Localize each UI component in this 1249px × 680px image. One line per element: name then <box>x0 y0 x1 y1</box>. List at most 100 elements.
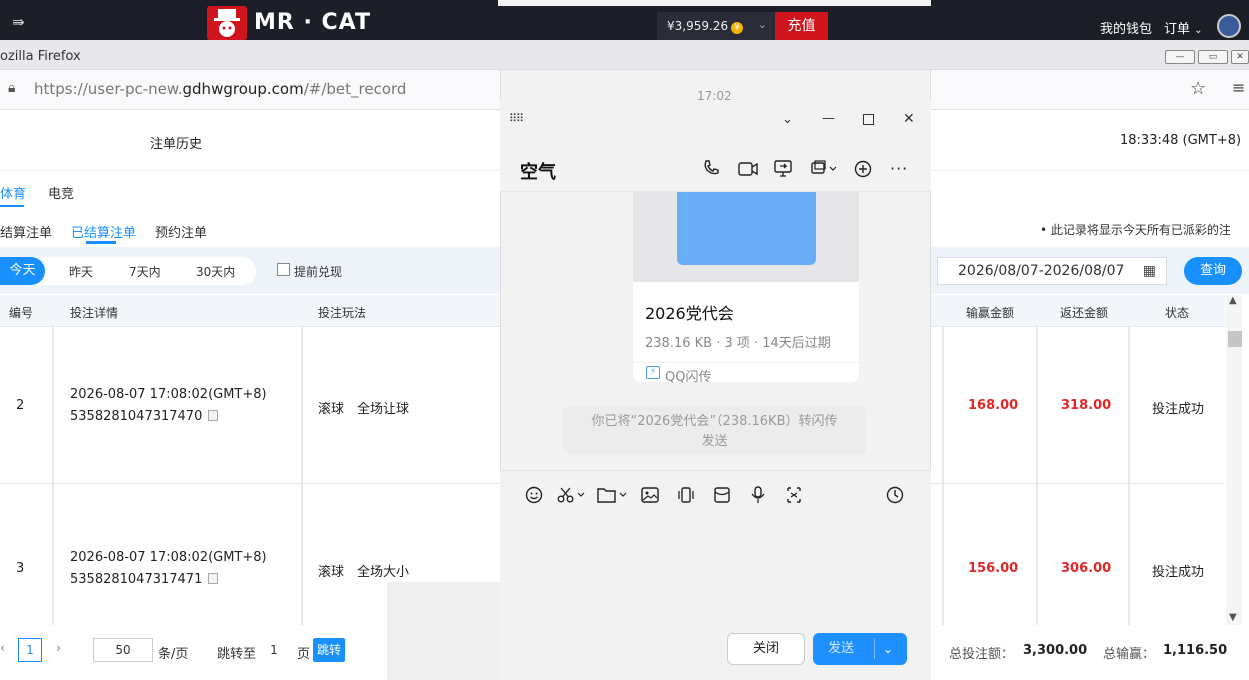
wallet-link[interactable]: 我的钱包 <box>1100 18 1152 37</box>
query-button[interactable]: 查询 <box>1184 257 1242 285</box>
maximize-icon[interactable] <box>863 114 874 125</box>
microphone-icon[interactable] <box>750 486 766 508</box>
red-packet-icon[interactable] <box>713 486 731 508</box>
page-unit-label: 页 <box>297 647 311 662</box>
col-return: 返还金额 <box>1060 306 1109 320</box>
collapse-menu-icon[interactable]: ⇛ <box>12 13 25 31</box>
video-icon[interactable] <box>738 162 758 180</box>
row-win: 168.00 <box>968 398 1019 413</box>
close-button[interactable]: 关闭 <box>727 633 805 665</box>
chevron-down-icon: ⌄ <box>757 18 767 31</box>
divider <box>633 362 859 363</box>
row-no: 3 <box>16 561 25 576</box>
early-cashout-label: 提前兑现 <box>294 265 343 279</box>
close-icon[interactable]: ✕ <box>903 111 915 127</box>
col-status: 状态 <box>1165 306 1190 320</box>
emoji-icon[interactable] <box>525 486 543 508</box>
browser-title: ozilla Firefox <box>0 49 81 64</box>
col-play: 投注玩法 <box>318 306 367 320</box>
tab-indicator <box>0 205 24 207</box>
subtab-settled[interactable]: 已结算注单 <box>71 222 136 241</box>
phone-icon[interactable] <box>702 159 720 181</box>
overlay-strip <box>498 0 931 6</box>
tab-sports[interactable]: 体育 <box>0 183 26 202</box>
early-cashout-checkbox[interactable] <box>277 263 290 276</box>
row-id-text: 5358281047317471 <box>70 572 203 587</box>
folder-open-icon[interactable] <box>597 487 629 507</box>
scrollbar-thumb[interactable] <box>1228 331 1242 347</box>
total-win-value: 1,116.50 <box>1163 643 1228 658</box>
page-number-current[interactable]: 1 <box>18 638 42 662</box>
more-icon[interactable]: ··· <box>890 159 908 178</box>
restore-icon[interactable]: ▭ <box>1198 50 1228 64</box>
row-play: 滚球 全场大小 <box>318 565 410 580</box>
divider <box>942 327 944 625</box>
total-bet-label: 总投注额： <box>949 647 1015 662</box>
subtab-reserved[interactable]: 预约注单 <box>155 222 207 241</box>
chevron-down-icon: ⌄ <box>1194 25 1203 36</box>
jump-page-input[interactable]: 1 <box>259 638 289 662</box>
background-panel <box>387 582 500 680</box>
recharge-button[interactable]: 充值 <box>775 12 828 40</box>
shake-icon[interactable] <box>677 486 695 508</box>
row-id: 5358281047317470 <box>70 409 219 424</box>
per-page-label: 条/页 <box>158 647 189 662</box>
send-button[interactable]: 发送 ⌄ <box>813 633 907 665</box>
url-field[interactable]: https://user-pc-new.gdhwgroup.com/#/bet_… <box>34 80 406 98</box>
avatar[interactable] <box>1217 14 1241 38</box>
filter-30days[interactable]: 30天内 <box>196 263 235 280</box>
prev-page-icon[interactable]: ‹ <box>0 641 5 656</box>
subtab-unsettled[interactable]: 结算注单 <box>0 222 52 241</box>
url-path: /#/bet_record <box>303 80 407 98</box>
scissors-icon[interactable] <box>557 486 587 508</box>
col-win: 输赢金额 <box>966 306 1015 320</box>
scroll-down-icon[interactable]: ▼ <box>1229 612 1237 623</box>
close-icon[interactable]: ✕ <box>1231 50 1249 64</box>
minimize-icon[interactable]: — <box>1165 50 1195 64</box>
filter-yesterday[interactable]: 昨天 <box>69 263 93 280</box>
remote-assist-icon[interactable] <box>811 160 839 181</box>
calendar-icon: ▦ <box>1142 263 1156 279</box>
file-name: 2026党代会 <box>645 304 734 323</box>
notice-text: • 此记录将显示今天所有已派彩的注 <box>1040 223 1231 237</box>
url-domain: gdhwgroup.com <box>182 80 304 98</box>
filter-7days[interactable]: 7天内 <box>129 263 161 280</box>
total-win-label: 总输赢： <box>1103 647 1156 662</box>
add-icon[interactable] <box>854 160 872 182</box>
copy-icon[interactable] <box>208 410 219 421</box>
row-no: 2 <box>16 398 25 413</box>
file-service: QQ闪传 <box>665 370 712 385</box>
filter-today[interactable]: 今天 <box>0 257 45 285</box>
brand-name: MR · CAT <box>254 10 371 35</box>
next-page-icon[interactable]: › <box>56 641 61 656</box>
lock-icon: 🔒︎ <box>8 80 16 96</box>
folder-icon <box>677 192 816 265</box>
menu-icon[interactable]: ≡ <box>1232 78 1245 97</box>
bookmark-star-icon[interactable]: ☆ <box>1190 78 1206 99</box>
app-topbar <box>0 0 1249 40</box>
system-message-line2: 发送 <box>701 434 728 449</box>
system-message-line1: 你已将“2026党代会”（238.16KB）转闪传 <box>591 414 838 429</box>
row-id-text: 5358281047317470 <box>70 409 203 424</box>
row-return: 306.00 <box>1061 561 1112 576</box>
chevron-down-icon[interactable]: ⌄ <box>883 633 893 665</box>
grid-icon[interactable]: ⠿⠿ <box>509 112 524 125</box>
screen-share-icon[interactable] <box>774 160 792 181</box>
orders-menu[interactable]: 订单 ⌄ <box>1164 18 1203 37</box>
page-size-input[interactable]: 50 <box>93 638 153 662</box>
tab-esports[interactable]: 电竞 <box>48 183 74 202</box>
col-detail: 投注详情 <box>70 306 119 320</box>
copy-icon[interactable] <box>208 573 219 584</box>
brand-logo-icon <box>207 6 247 40</box>
minimize-icon[interactable]: — <box>822 111 835 126</box>
divider <box>1128 327 1130 625</box>
balance-selector[interactable]: ¥3,959.26 ¥ ⌄ <box>657 12 775 40</box>
date-range-input[interactable]: 2026/08/07-2026/08/07 ▦ <box>937 257 1167 285</box>
scroll-up-icon[interactable]: ▲ <box>1229 295 1237 306</box>
image-icon[interactable] <box>641 487 659 507</box>
url-prefix: https://user-pc-new. <box>34 80 183 98</box>
jump-button[interactable]: 跳转 <box>313 638 345 662</box>
history-clock-icon[interactable] <box>886 486 904 508</box>
chevron-down-icon[interactable]: ⌄ <box>782 112 793 127</box>
voice-to-text-icon[interactable] <box>785 486 803 508</box>
